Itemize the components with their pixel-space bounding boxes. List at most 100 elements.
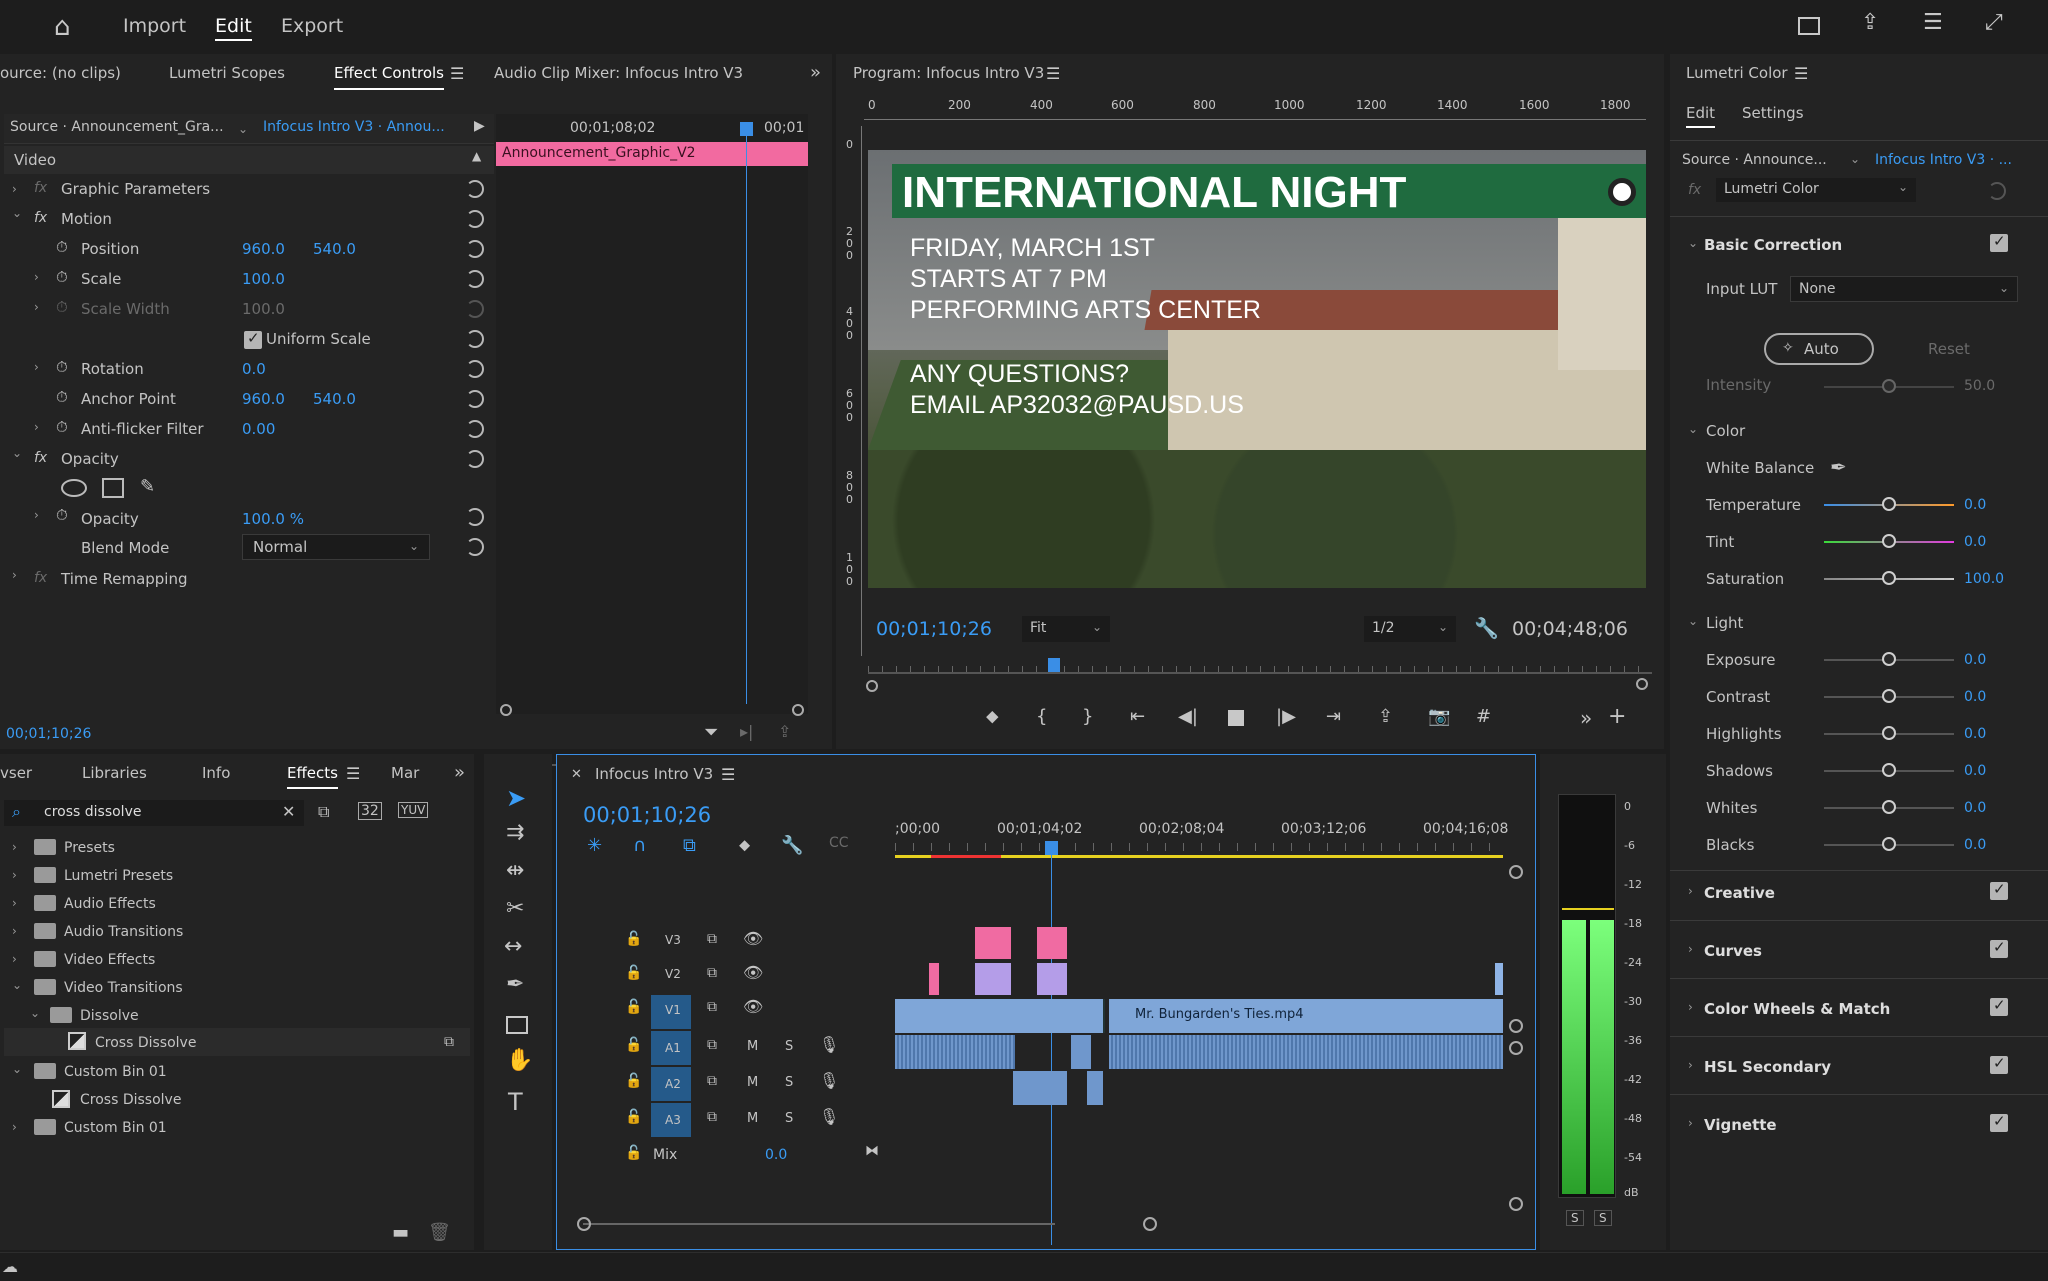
scroll-handle-right[interactable] <box>1143 1217 1157 1231</box>
chevron-down-icon[interactable]: ⌄ <box>1688 422 1698 436</box>
lumetri-effect-dropdown[interactable]: Lumetri Color ⌄ <box>1716 178 1916 202</box>
selection-tool-icon[interactable]: ➤ <box>506 784 526 812</box>
chevron-right-icon[interactable]: › <box>1688 1000 1693 1014</box>
eye-icon[interactable]: 👁 <box>743 963 763 982</box>
reset-icon[interactable] <box>466 270 484 288</box>
tint-knob[interactable] <box>1882 534 1896 548</box>
tint-value[interactable]: 0.0 <box>1964 534 1986 550</box>
reset-button[interactable]: Reset <box>1928 340 1970 358</box>
go-to-out-icon[interactable]: ⇥ <box>1326 706 1341 727</box>
panel-menu-icon[interactable]: ☰ <box>721 767 735 783</box>
blend-mode-dropdown[interactable]: Normal ⌄ <box>242 534 430 560</box>
position-x-value[interactable]: 960.0 <box>242 240 285 258</box>
tab-lumetri-edit[interactable]: Edit <box>1686 104 1716 128</box>
tab-lumetri-settings[interactable]: Settings <box>1742 104 1804 122</box>
chevron-right-icon[interactable]: › <box>12 896 17 910</box>
track-label-a2[interactable]: A2 <box>665 1077 681 1091</box>
exposure-knob[interactable] <box>1882 652 1896 666</box>
auto-button[interactable]: ✧ Auto <box>1764 333 1874 365</box>
tab-browser[interactable]: vser <box>0 764 32 782</box>
scrubber-start-handle[interactable] <box>866 680 878 692</box>
a1-clip[interactable] <box>1071 1035 1091 1069</box>
position-y-value[interactable]: 540.0 <box>313 240 356 258</box>
basic-correction-label[interactable]: Basic Correction <box>1704 236 1842 254</box>
whites-knob[interactable] <box>1882 800 1896 814</box>
eyedropper-icon[interactable]: ✒ <box>1830 455 1847 479</box>
scroll-up-icon[interactable]: ▲ <box>472 149 481 163</box>
curves-section[interactable]: Curves <box>1704 942 1762 960</box>
eye-icon[interactable]: 👁 <box>743 929 763 948</box>
lock-icon[interactable]: 🔓 <box>625 1145 642 1161</box>
ripple-edit-tool-icon[interactable]: ⇹ <box>506 858 524 883</box>
program-playhead[interactable] <box>1048 658 1060 672</box>
contrast-knob[interactable] <box>1882 689 1896 703</box>
lock-icon[interactable]: 🔓 <box>625 1073 642 1089</box>
mute-button[interactable]: M <box>747 1039 758 1054</box>
captions-icon[interactable]: CC <box>829 835 849 851</box>
new-bin-icon[interactable]: ▬ <box>392 1222 409 1243</box>
more-panels-icon[interactable]: » <box>454 762 465 783</box>
share-icon[interactable]: ⇪ <box>1861 12 1879 34</box>
program-timecode[interactable]: 00;01;10;26 <box>876 618 992 640</box>
solo-button[interactable]: S <box>785 1039 793 1054</box>
tree-item[interactable]: Dissolve <box>80 1008 139 1024</box>
a1-clip[interactable] <box>1109 1035 1503 1069</box>
play-arrow-icon[interactable]: ▶ <box>474 118 485 134</box>
lock-icon[interactable]: 🔓 <box>625 1109 642 1125</box>
reset-icon[interactable] <box>466 330 484 348</box>
mic-icon[interactable]: 🎙 <box>819 1071 839 1090</box>
chevron-right-icon[interactable]: › <box>34 360 39 374</box>
blacks-value[interactable]: 0.0 <box>1964 837 1986 853</box>
stopwatch-icon[interactable]: ⏱ <box>56 358 68 376</box>
chevron-right-icon[interactable]: › <box>34 270 39 284</box>
sync-lock-icon[interactable]: ⧉ <box>707 1109 717 1125</box>
stopwatch-icon[interactable]: ⏱ <box>56 506 68 524</box>
settings-wrench-icon[interactable]: 🔧 <box>781 835 803 856</box>
track-label-a3[interactable]: A3 <box>665 1113 681 1127</box>
add-button-icon[interactable]: + <box>1608 704 1626 729</box>
tree-item[interactable]: Presets <box>64 840 115 856</box>
scroll-handle-left[interactable] <box>577 1217 591 1231</box>
tree-item[interactable]: Cross Dissolve <box>80 1092 181 1108</box>
panel-menu-icon[interactable]: ☰ <box>346 766 360 782</box>
reset-icon[interactable] <box>466 360 484 378</box>
home-icon[interactable]: ⌂ <box>54 14 71 40</box>
reset-icon[interactable] <box>466 240 484 258</box>
chevron-down-icon[interactable]: ⌄ <box>1688 236 1698 250</box>
exposure-value[interactable]: 0.0 <box>1964 652 1986 668</box>
creative-checkbox[interactable] <box>1990 880 2008 900</box>
v2-clip[interactable] <box>1495 963 1503 995</box>
vertical-zoom-handle[interactable] <box>1509 1041 1523 1055</box>
stopwatch-icon[interactable]: ⏱ <box>56 418 68 436</box>
chevron-down-icon[interactable]: ⌄ <box>238 122 248 136</box>
rotation-value[interactable]: 0.0 <box>242 360 266 378</box>
chevron-right-icon[interactable]: › <box>12 840 17 854</box>
zoom-handle-left[interactable] <box>500 704 512 716</box>
filter-icon[interactable]: ⏷ <box>704 722 718 743</box>
mix-end-icon[interactable]: ⧓ <box>865 1143 879 1159</box>
resolution-dropdown[interactable]: 1/2 ⌄ <box>1364 616 1456 642</box>
effects-search[interactable]: ⌕ cross dissolve ✕ <box>4 800 304 826</box>
v2-clip[interactable] <box>929 963 939 995</box>
v2-clip[interactable] <box>1037 963 1067 995</box>
step-forward-icon[interactable]: |▶ <box>1276 706 1296 727</box>
color-wheels-checkbox[interactable] <box>1990 996 2008 1016</box>
reset-icon[interactable] <box>466 450 484 468</box>
tab-effect-controls[interactable]: Effect Controls <box>334 64 444 90</box>
panel-menu-icon[interactable]: ☰ <box>450 66 464 82</box>
vignette-checkbox[interactable] <box>1990 1112 2008 1132</box>
mic-icon[interactable]: 🎙 <box>819 1107 839 1126</box>
scrubber-end-handle[interactable] <box>1636 678 1648 690</box>
chevron-right-icon[interactable]: › <box>1688 1116 1693 1130</box>
chevron-down-icon[interactable]: ⌄ <box>30 1006 40 1020</box>
lumetri-sequence[interactable]: Infocus Intro V3 · ... <box>1875 152 2012 168</box>
solo-left-button[interactable]: S <box>1566 1210 1584 1226</box>
color-wheels-section[interactable]: Color Wheels & Match <box>1704 1000 1890 1018</box>
reset-icon[interactable] <box>466 420 484 438</box>
v1-clip[interactable] <box>895 999 1105 1033</box>
sequence-clip-label[interactable]: Infocus Intro V3 · Annou... <box>263 119 445 135</box>
go-to-in-icon[interactable]: ⇤ <box>1130 706 1145 727</box>
hsl-secondary-checkbox[interactable] <box>1990 1054 2008 1074</box>
meter-bar-right[interactable] <box>1590 920 1614 1194</box>
v2-clip[interactable] <box>975 963 1011 995</box>
